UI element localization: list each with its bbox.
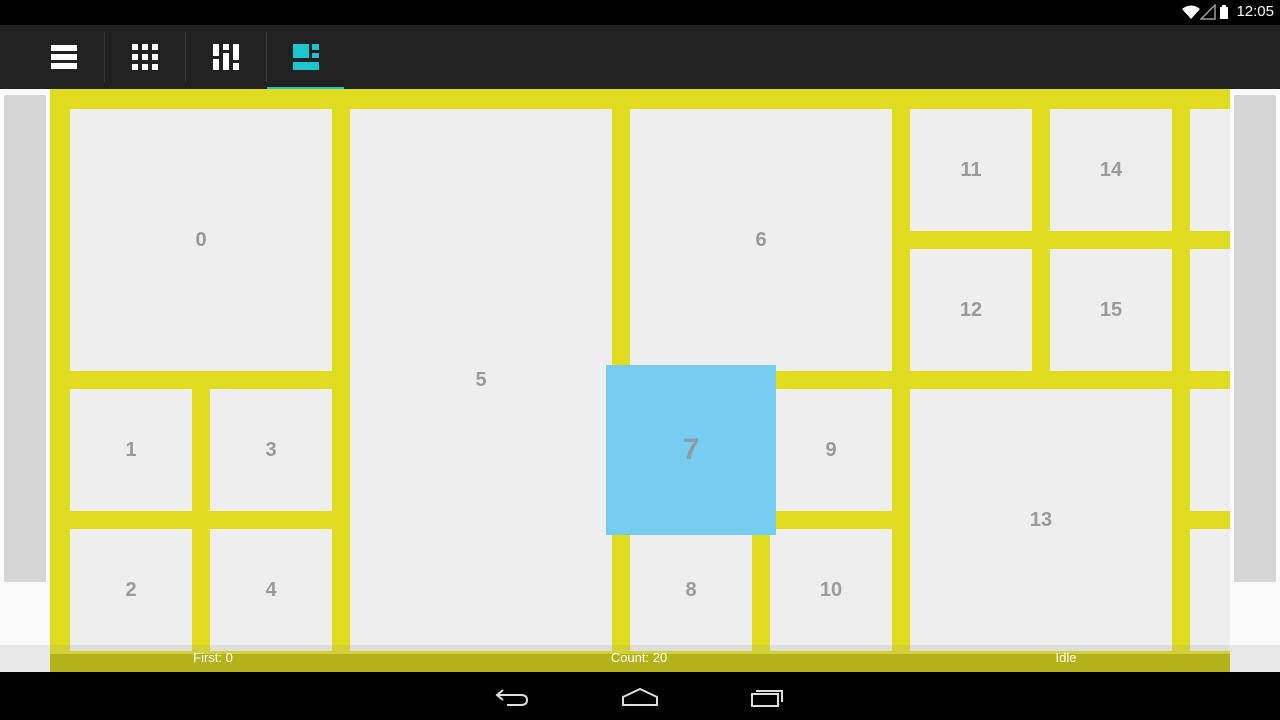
grid-item-8[interactable]: 8 xyxy=(630,529,752,651)
grid-item-5[interactable]: 5 xyxy=(350,109,612,651)
recents-icon xyxy=(751,690,783,707)
grid-item-partial[interactable] xyxy=(1190,249,1230,371)
scroll-state-text: Idle xyxy=(1055,650,1077,665)
battery-icon xyxy=(1220,5,1228,19)
grid-item-partial[interactable] xyxy=(1190,529,1230,651)
grid-item-13[interactable]: 13 xyxy=(910,389,1172,651)
grid-icon xyxy=(132,44,158,70)
count-text: Count: 20 xyxy=(610,650,668,665)
grid-item-15[interactable]: 15 xyxy=(1050,249,1172,371)
grid-item-0[interactable]: 0 xyxy=(70,109,332,371)
tab-grid-layout[interactable] xyxy=(105,25,185,89)
left-edge-glow xyxy=(4,95,46,582)
clock: 12:05 xyxy=(1236,3,1274,20)
list-icon xyxy=(51,45,77,69)
recents-button[interactable] xyxy=(736,680,800,714)
signal-icon xyxy=(1200,4,1216,20)
grid-item-3[interactable]: 3 xyxy=(210,389,332,511)
grid-item-7-selected[interactable]: 7 xyxy=(606,365,776,535)
grid-item-1[interactable]: 1 xyxy=(70,389,192,511)
content-area: 0 1 2 3 4 5 6 8 9 10 11 12 13 14 15 7 Fi… xyxy=(0,89,1280,672)
spannable-grid-icon xyxy=(292,44,319,70)
navigation-bar xyxy=(0,672,1280,720)
grid-item-2[interactable]: 2 xyxy=(70,529,192,651)
grid-item-9[interactable]: 9 xyxy=(770,389,892,511)
home-button[interactable] xyxy=(608,680,672,714)
tab-spannable-grid-layout[interactable] xyxy=(267,25,344,89)
grid-item-4[interactable]: 4 xyxy=(210,529,332,651)
grid-item-14[interactable]: 14 xyxy=(1050,109,1172,231)
tab-staggered-grid-layout[interactable] xyxy=(186,25,266,89)
grid-item-10[interactable]: 10 xyxy=(770,529,892,651)
grid-item-partial[interactable] xyxy=(1190,389,1230,511)
grid-item-12[interactable]: 12 xyxy=(910,249,1032,371)
home-icon xyxy=(622,687,658,706)
app-screen: 12:05 0 1 2 3 4 5 6 8 9 10 11 12 13 14 1… xyxy=(0,0,1280,720)
back-icon xyxy=(495,689,529,706)
tab-list-layout[interactable] xyxy=(24,25,104,89)
first-visible-text: First: 0 xyxy=(193,650,233,665)
back-button[interactable] xyxy=(480,680,544,714)
grid-item-6[interactable]: 6 xyxy=(630,109,892,371)
right-edge-glow xyxy=(1234,95,1276,582)
grid-item-11[interactable]: 11 xyxy=(910,109,1032,231)
grid-item-partial[interactable] xyxy=(1190,109,1230,231)
staggered-grid-icon xyxy=(213,44,239,70)
status-bar: 12:05 xyxy=(0,0,1280,25)
layout-toolbar xyxy=(0,25,1280,89)
wifi-icon xyxy=(1182,5,1200,19)
spannable-grid[interactable]: 0 1 2 3 4 5 6 8 9 10 11 12 13 14 15 7 xyxy=(50,89,1230,672)
